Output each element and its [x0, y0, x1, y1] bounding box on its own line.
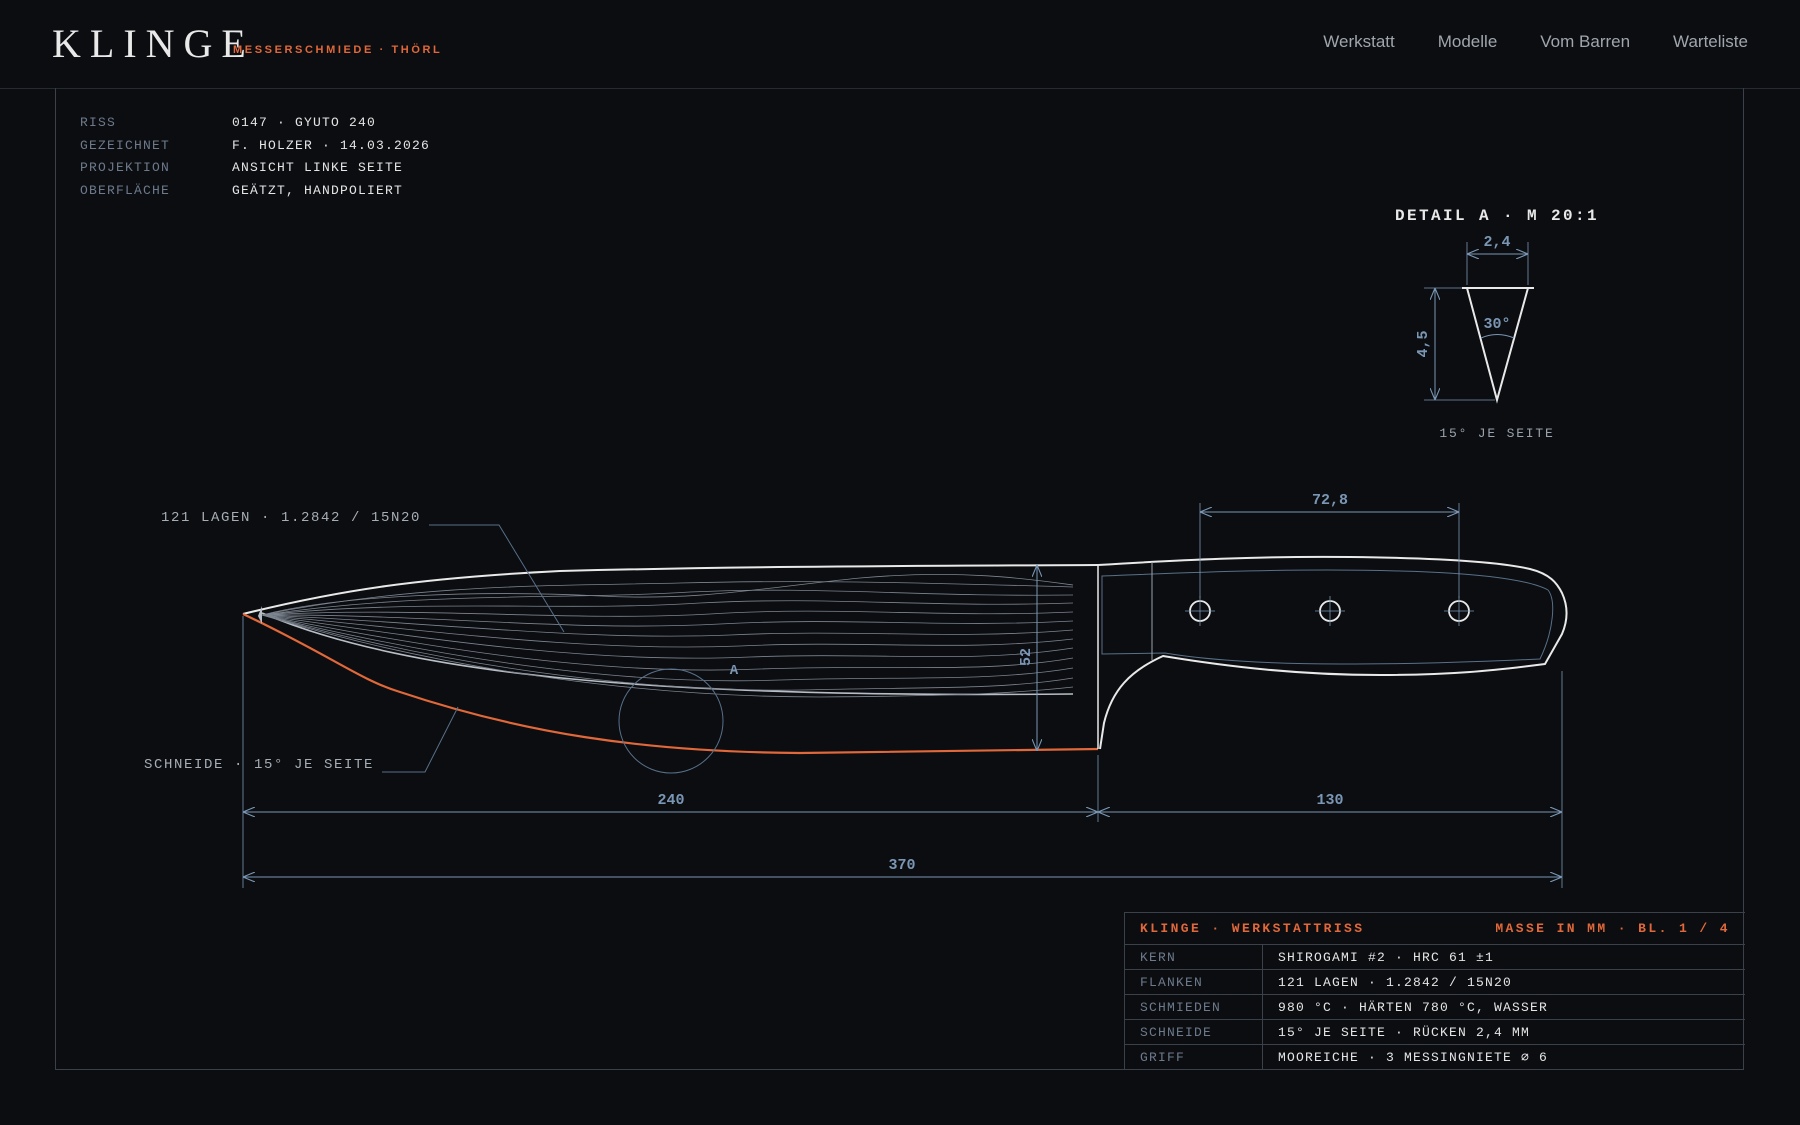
title-block-value: 980 °C · HÄRTEN 780 °C, WASSER [1278, 1000, 1549, 1015]
handle: 72,8 [1097, 492, 1568, 750]
total-length-label: 370 [888, 857, 915, 874]
blade-length-label: 240 [657, 792, 684, 809]
detail-angle-label: 30° [1483, 316, 1510, 333]
title-block-row: KERN SHIROGAMI #2 · HRC 61 ±1 [1125, 945, 1745, 970]
title-block-value: 121 LAGEN · 1.2842 / 15N20 [1278, 975, 1513, 990]
detail-edge-profile [1466, 287, 1529, 404]
rivet-span-label: 72,8 [1312, 492, 1348, 509]
detail-a-marker: A [730, 663, 739, 679]
title-block-title: KLINGE · WERKSTATTRISS [1140, 921, 1365, 936]
blade: A 52 [242, 564, 1099, 774]
detail-title: DETAIL A · M 20:1 [1395, 207, 1599, 225]
detail-height-label: 4,5 [1415, 330, 1432, 357]
title-block: KLINGE · WERKSTATTRISS MASSE IN MM · BL.… [1124, 912, 1745, 1070]
title-block-row: FLANKEN 121 LAGEN · 1.2842 / 15N20 [1125, 970, 1745, 995]
rivet [1444, 596, 1474, 626]
title-block-label: FLANKEN [1125, 970, 1263, 994]
callouts: 121 LAGEN · 1.2842 / 15N20 SCHNEIDE · 15… [144, 510, 565, 773]
damascus-pattern [261, 574, 1074, 698]
handle-outline [1097, 555, 1568, 750]
bevel-line [261, 612, 1074, 696]
detail-a: DETAIL A · M 20:1 2,4 4,5 30° 15° JE SEI… [1395, 207, 1599, 441]
title-block-sheet: MASSE IN MM · BL. 1 / 4 [1495, 921, 1730, 936]
title-block-value: MOOREICHE · 3 MESSINGNIETE ⌀ 6 [1278, 1050, 1549, 1065]
title-block-label: SCHNEIDE [1125, 1020, 1263, 1044]
detail-width-label: 2,4 [1483, 234, 1510, 251]
title-block-row: SCHNEIDE 15° JE SEITE · RÜCKEN 2,4 MM [1125, 1020, 1745, 1045]
blade-cutting-edge [242, 613, 1099, 755]
blade-height-label: 52 [1018, 648, 1035, 666]
callout-layers: 121 LAGEN · 1.2842 / 15N20 [161, 510, 421, 526]
title-block-value: 15° JE SEITE · RÜCKEN 2,4 MM [1278, 1025, 1531, 1040]
title-block-row: GRIFF MOOREICHE · 3 MESSINGNIETE ⌀ 6 [1125, 1045, 1745, 1070]
callout-leader [382, 706, 459, 773]
title-block-label: SCHMIEDEN [1125, 995, 1263, 1019]
detail-angle-arc [1480, 334, 1515, 339]
rivet [1315, 596, 1345, 626]
rivet [1185, 596, 1215, 626]
scale-line [1101, 569, 1554, 665]
blade-spine [242, 564, 1099, 615]
title-block-row: SCHMIEDEN 980 °C · HÄRTEN 780 °C, WASSER [1125, 995, 1745, 1020]
handle-length-label: 130 [1316, 792, 1343, 809]
title-block-label: KERN [1125, 945, 1263, 969]
detail-caption: 15° JE SEITE [1439, 426, 1554, 441]
title-block-header: KLINGE · WERKSTATTRISS MASSE IN MM · BL.… [1125, 913, 1745, 945]
title-block-label: GRIFF [1125, 1045, 1263, 1070]
callout-edge: SCHNEIDE · 15° JE SEITE [144, 757, 374, 773]
title-block-value: SHIROGAMI #2 · HRC 61 ±1 [1278, 950, 1495, 965]
